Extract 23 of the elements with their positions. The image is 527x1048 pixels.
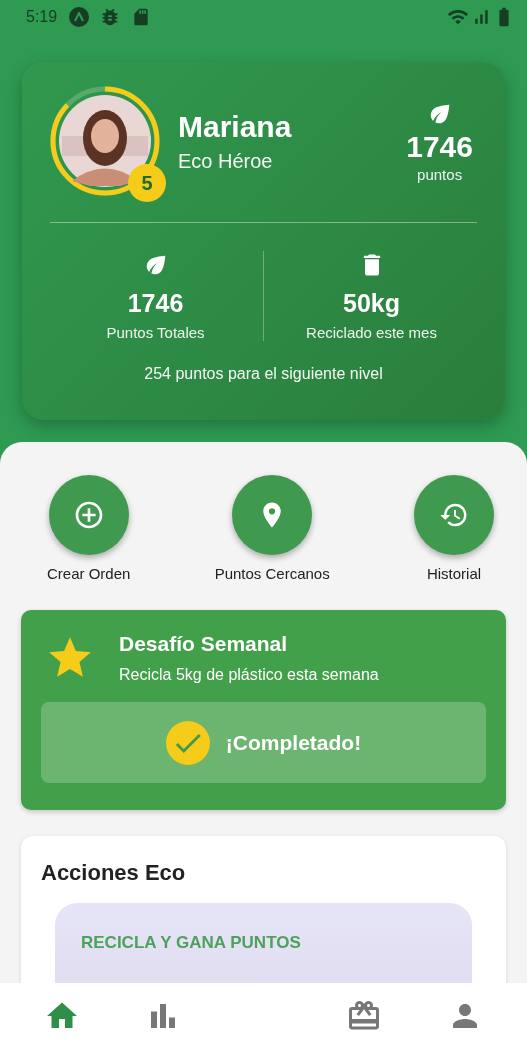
section-title: Acciones Eco	[41, 860, 187, 886]
action-label: Crear Orden	[47, 565, 131, 582]
level-badge: 5	[128, 164, 166, 202]
challenge-description: Recicla 5kg de plástico esta semana	[119, 666, 379, 684]
stat-value: 50kg	[343, 289, 400, 318]
stat-value: 1746	[127, 289, 184, 318]
stat-label: Reciclado este mes	[306, 324, 437, 341]
quick-action-button[interactable]: Crear Orden	[47, 475, 131, 582]
completed-text: ¡Completado!	[225, 730, 362, 755]
app-notification-icon	[69, 7, 90, 27]
points-label: puntos	[417, 165, 463, 183]
user-name: Mariana	[178, 109, 293, 144]
challenge-title: Desafío Semanal	[119, 632, 289, 656]
stat-label: Puntos Totales	[106, 324, 205, 341]
user-rank: Eco Héroe	[178, 149, 274, 173]
action-label: Historial	[426, 565, 482, 582]
eco-action-heading: RECICLA Y GANA PUNTOS	[81, 933, 302, 953]
points-value: 1746	[406, 129, 473, 164]
next-level-text: 254 puntos para el siguiente nivel	[143, 365, 384, 383]
quick-action-button[interactable]: Puntos Cercanos	[214, 475, 330, 582]
action-label: Puntos Cercanos	[214, 565, 330, 582]
quick-action-button[interactable]: Historial	[414, 475, 494, 582]
status-time: 5:19	[26, 8, 58, 26]
